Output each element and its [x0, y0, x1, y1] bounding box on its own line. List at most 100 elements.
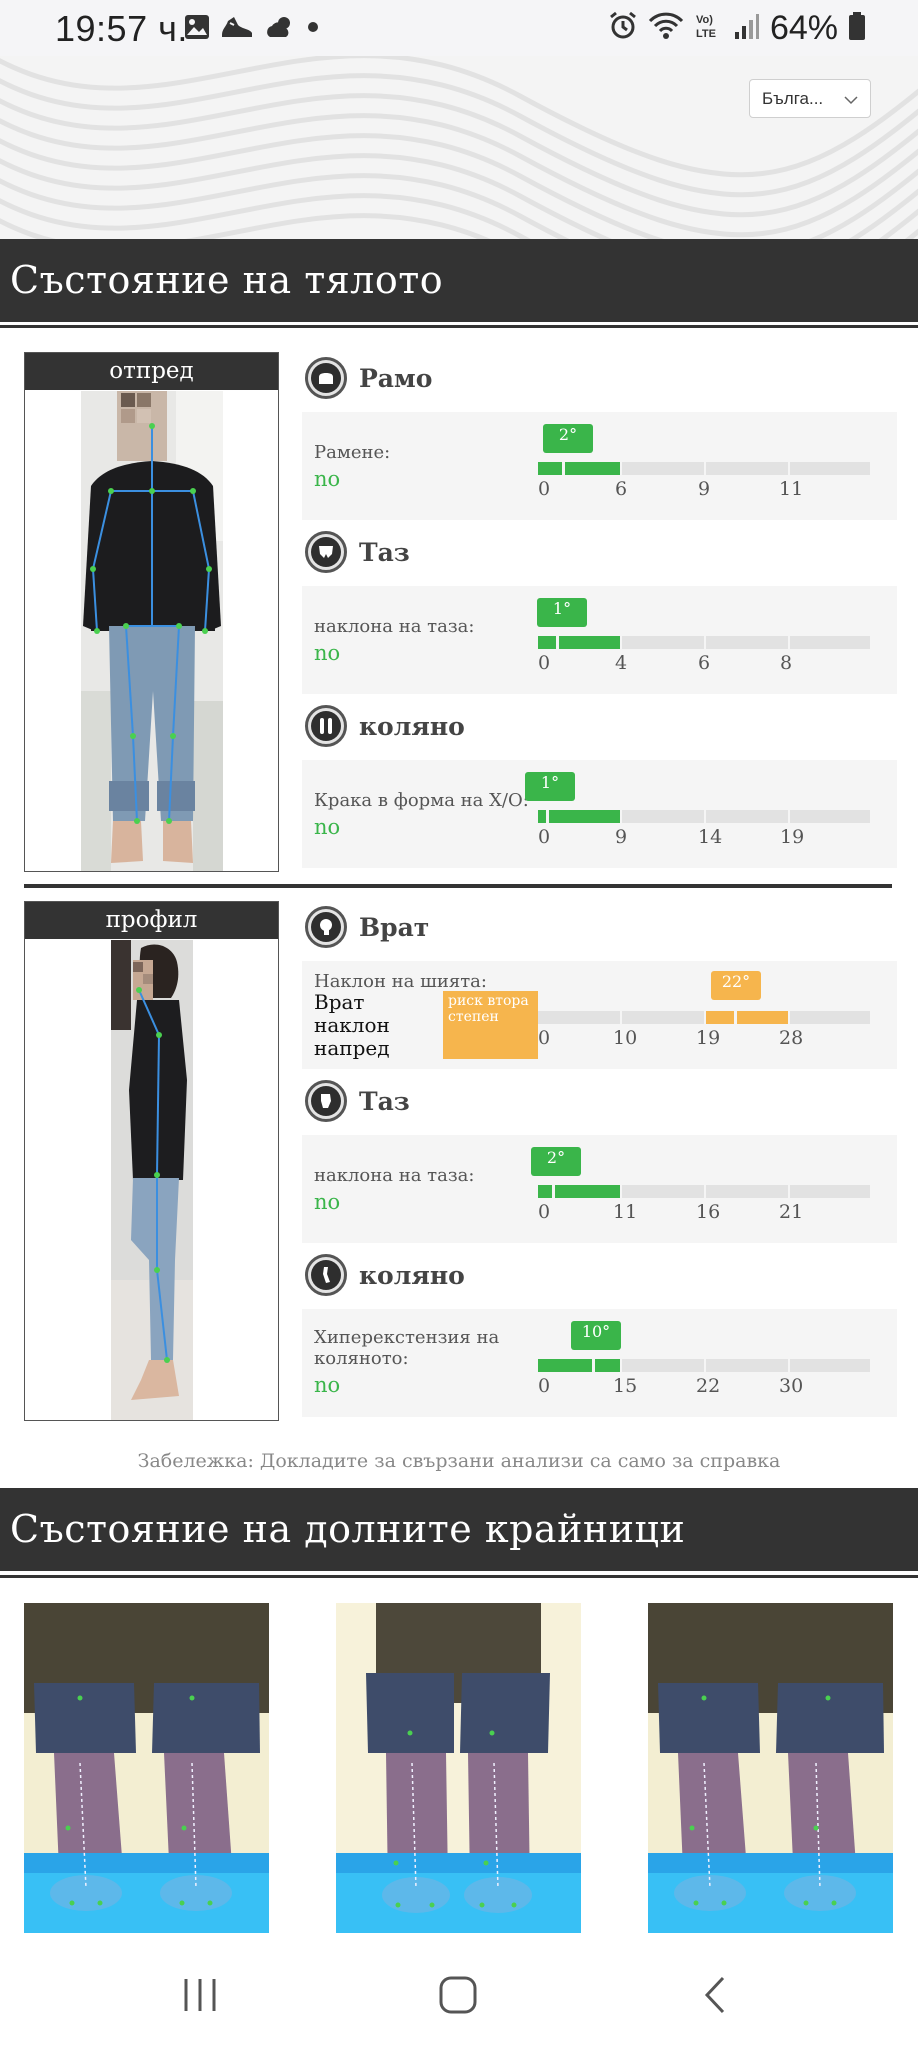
category-knee-profile: коляно	[305, 1253, 465, 1297]
category-title: Таз	[359, 537, 410, 567]
dot-icon	[306, 20, 320, 39]
metric-knee-profile: Хиперекстензия на коляното: no 10° 0 15 …	[302, 1309, 897, 1417]
feet-photo-3	[648, 1603, 893, 1933]
alarm-icon	[608, 11, 638, 46]
category-title: Рамо	[359, 363, 433, 393]
tick	[788, 462, 790, 475]
tick	[704, 810, 706, 823]
tick-label: 28	[779, 1027, 804, 1049]
front-photo-card: отпред	[24, 352, 279, 872]
system-nav-bar	[0, 1940, 918, 2048]
tick	[788, 636, 790, 649]
image-icon	[184, 14, 210, 45]
recent-apps-button[interactable]	[170, 1970, 230, 2020]
profile-photo	[111, 940, 193, 1420]
value-marker	[734, 1007, 737, 1027]
range-track	[538, 1007, 870, 1027]
wifi-icon	[648, 11, 684, 46]
volte-icon: Vo) LTE	[694, 11, 724, 46]
metric-status: Врат наклон напред	[314, 990, 390, 1060]
tick	[788, 1185, 790, 1198]
category-pelvis: Таз	[305, 530, 410, 574]
tick	[620, 810, 622, 823]
section-title-body: Състояние на тялото	[0, 239, 918, 322]
tick	[620, 1359, 622, 1372]
tick-label: 11	[779, 478, 804, 500]
tick	[704, 1359, 706, 1372]
tick-label: 11	[613, 1201, 638, 1223]
tick-label: 0	[538, 1027, 551, 1049]
value-marker	[556, 632, 559, 652]
category-title: Таз	[359, 1086, 410, 1116]
metric-status: no	[314, 467, 341, 491]
tick	[620, 1011, 622, 1024]
tick-label: 6	[698, 652, 711, 674]
tick-label: 30	[779, 1375, 804, 1397]
metric-knee: Крака в форма на X/O: no 1° 0 9 14 19	[302, 760, 897, 868]
tick	[704, 1011, 706, 1024]
feet-photo-1	[24, 1603, 269, 1933]
metric-status: no	[314, 815, 341, 839]
section-divider	[24, 884, 892, 888]
language-select-value: Бълга...	[762, 89, 824, 108]
range-track	[538, 1181, 870, 1201]
tick	[788, 810, 790, 823]
tick-label: 9	[698, 478, 711, 500]
metric-label: наклона на таза:	[314, 616, 475, 637]
category-pelvis-profile: Таз	[305, 1079, 410, 1123]
status-time: 19:57 ч.	[55, 8, 188, 49]
range-fill	[538, 462, 620, 475]
range-track	[538, 1355, 870, 1375]
battery-percent: 64%	[769, 8, 838, 47]
category-title: Врат	[359, 912, 430, 942]
knee-icon	[305, 705, 347, 747]
section-rule	[0, 1575, 918, 1578]
neck-icon	[305, 906, 347, 948]
category-shoulder: Рамо	[305, 356, 432, 400]
tick	[704, 462, 706, 475]
tick	[788, 1011, 790, 1024]
metric-status: no	[314, 641, 341, 665]
value-badge: 1°	[525, 772, 575, 801]
home-button[interactable]	[428, 1970, 488, 2020]
shoe-icon	[220, 13, 254, 46]
tick-label: 14	[698, 826, 723, 848]
front-photo-caption: отпред	[25, 353, 278, 390]
tick	[704, 1185, 706, 1198]
range-track	[538, 632, 870, 652]
section-title-lower-limbs: Състояние на долните крайници	[0, 1488, 918, 1571]
metric-label: Рамене:	[314, 442, 391, 463]
pelvis-icon	[305, 531, 347, 573]
tick-label: 9	[615, 826, 628, 848]
tick	[620, 636, 622, 649]
range-fill	[704, 1011, 788, 1024]
back-icon	[704, 1976, 725, 2014]
status-bar: 19:57 ч. Vo) LTE 64%	[0, 0, 918, 56]
recent-apps-icon	[184, 1979, 216, 2011]
metric-label: наклона на таза:	[314, 1165, 475, 1186]
feet-photo-2	[336, 1603, 581, 1933]
tick-label: 16	[696, 1201, 721, 1223]
value-badge: 2°	[531, 1147, 581, 1176]
shoulder-icon	[305, 357, 347, 399]
svg-text:Vo): Vo)	[696, 14, 713, 26]
range-track	[538, 806, 870, 826]
tick	[704, 636, 706, 649]
range-fill	[538, 810, 620, 823]
weather-icon	[264, 13, 296, 46]
back-button[interactable]	[686, 1970, 746, 2020]
metric-status: no	[314, 1190, 341, 1214]
tick-label: 8	[780, 652, 793, 674]
profile-photo-caption: профил	[25, 902, 278, 939]
metric-pelvis: наклона на таза: no 1° 0 4 6 8	[302, 586, 897, 694]
chevron-down-icon	[844, 90, 858, 110]
value-marker	[592, 1355, 595, 1375]
language-select[interactable]: Бълга...	[749, 79, 871, 118]
tick-label: 0	[538, 1375, 551, 1397]
profile-photo-card: профил	[24, 901, 279, 1421]
svg-text:LTE: LTE	[696, 28, 716, 40]
metric-neck: Наклон на шията: Врат наклон напред риск…	[302, 961, 897, 1069]
tick-label: 0	[538, 478, 551, 500]
value-marker	[546, 806, 549, 826]
tick	[620, 1185, 622, 1198]
